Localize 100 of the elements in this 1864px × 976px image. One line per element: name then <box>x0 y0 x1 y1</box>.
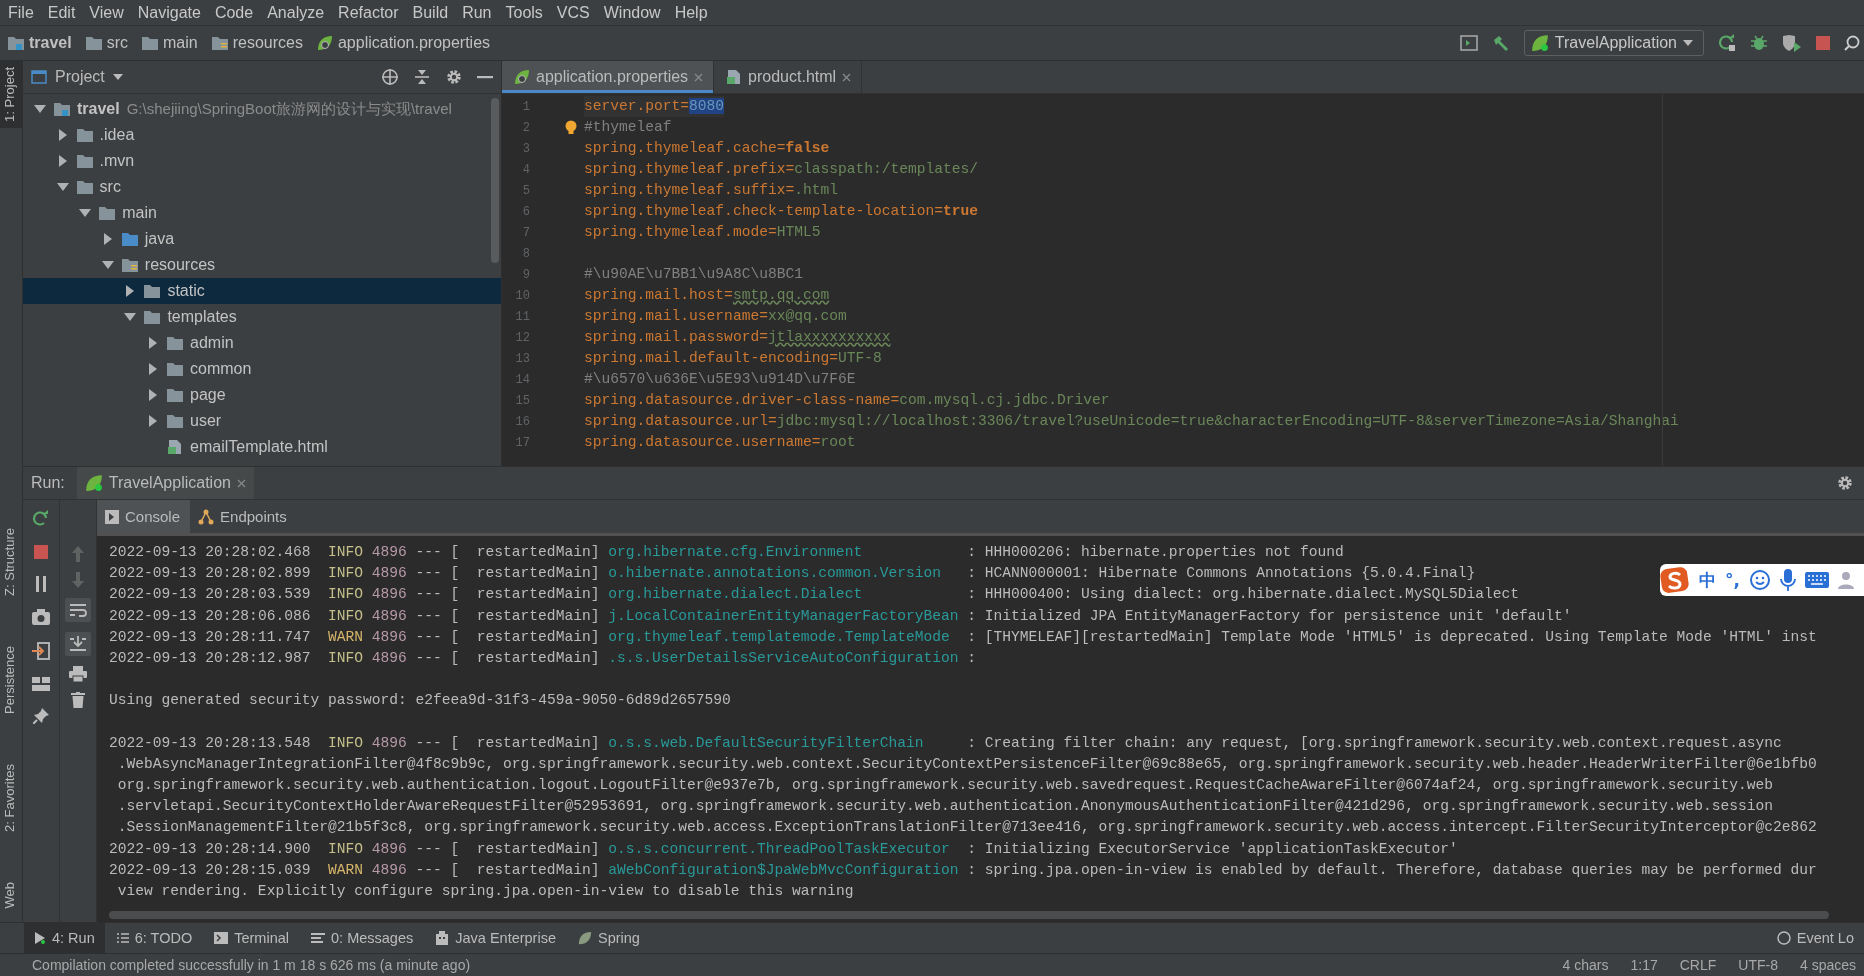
tree-item[interactable]: templates <box>23 304 501 330</box>
tree-item[interactable]: java <box>23 226 501 252</box>
leaf-icon <box>316 35 333 51</box>
scrollbar[interactable] <box>109 911 1829 919</box>
breadcrumb-item[interactable]: main <box>142 34 198 52</box>
menu-item[interactable]: Build <box>406 3 457 22</box>
tree-item[interactable]: page <box>23 382 501 408</box>
status-item[interactable]: UTF-8 <box>1738 957 1778 973</box>
pause-icon[interactable] <box>34 576 48 592</box>
tool-window-button[interactable]: 0: Messages <box>301 923 424 953</box>
tree-item[interactable]: .mvn <box>23 148 501 174</box>
code-line: spring.datasource.url=jdbc:mysql://localhost:3306/travel?useUnicode=true&characterEncoding=UTF-8&serverTimezone=Asia/Shanghai <box>584 412 1679 431</box>
tool-window-button[interactable]: Terminal <box>204 923 299 953</box>
close-icon[interactable] <box>236 478 246 488</box>
settings-icon[interactable] <box>1836 474 1854 492</box>
input-mode-toggle[interactable]: 中 <box>1699 568 1717 592</box>
console-tab[interactable]: Endpoints <box>190 500 297 533</box>
camera-icon[interactable] <box>32 609 50 625</box>
print-icon[interactable] <box>69 666 87 682</box>
soft-wrap-icon[interactable] <box>65 598 91 622</box>
scroll-to-end-icon[interactable] <box>65 632 91 656</box>
hammer-icon[interactable] <box>1491 34 1510 52</box>
status-item[interactable]: 4 chars <box>1562 957 1609 973</box>
status-item[interactable]: 4 spaces <box>1799 957 1856 973</box>
menu-item[interactable]: Tools <box>499 3 551 22</box>
tree-item[interactable]: user <box>23 408 501 434</box>
breadcrumb-item[interactable]: travel <box>8 34 72 52</box>
folder-icon <box>142 36 159 50</box>
event-log-button[interactable]: Event Lo <box>1766 923 1864 953</box>
menu-item[interactable]: Window <box>597 3 669 22</box>
project-view-dropdown[interactable]: Project <box>31 68 123 86</box>
console-tab[interactable]: Console <box>97 500 191 533</box>
code-line: spring.mail.password=jtlaxxxxxxxxxx <box>584 328 891 347</box>
tree-item[interactable]: emailTemplate.html <box>23 434 501 460</box>
crosshair-icon[interactable] <box>381 68 399 86</box>
breadcrumb-item[interactable]: application.properties <box>316 34 491 52</box>
menu-item[interactable]: Analyze <box>261 3 333 22</box>
input-method-logo-icon[interactable] <box>1660 566 1691 594</box>
list-icon <box>116 932 129 944</box>
tool-window-tab[interactable]: 1: Project <box>0 61 22 128</box>
scrollbar[interactable] <box>491 98 499 263</box>
pin-icon[interactable] <box>33 708 49 724</box>
close-icon[interactable] <box>842 72 852 82</box>
code-line: spring.thymeleaf.prefix=classpath:/templates/ <box>584 160 979 179</box>
menu-item[interactable]: Run <box>456 3 500 22</box>
run-tab[interactable]: TravelApplication <box>76 467 254 499</box>
menu-item[interactable]: Code <box>208 3 262 22</box>
menu-item[interactable]: Refactor <box>332 3 407 22</box>
search-icon[interactable] <box>1844 35 1860 51</box>
tool-window-tab[interactable]: Persistence <box>0 639 22 720</box>
rerun-icon[interactable] <box>32 510 50 528</box>
bug-icon[interactable] <box>1750 34 1768 52</box>
coverage-icon[interactable] <box>1782 34 1802 52</box>
tool-window-button[interactable]: Java Enterprise <box>425 923 566 953</box>
tool-window-tab[interactable]: Web <box>0 875 22 914</box>
exit-icon[interactable] <box>32 642 50 660</box>
menu-item[interactable]: Navigate <box>131 3 209 22</box>
tree-item[interactable]: src <box>23 174 501 200</box>
breadcrumb-item[interactable]: resources <box>211 34 303 52</box>
menu-item[interactable]: View <box>83 3 132 22</box>
settings-icon[interactable] <box>445 68 463 86</box>
console-icon <box>105 509 119 524</box>
punctuation-toggle[interactable]: °, <box>1725 570 1740 590</box>
status-item[interactable]: CRLF <box>1679 957 1717 973</box>
rerun-icon[interactable] <box>1718 34 1736 52</box>
tool-window-tab[interactable]: Z: Structure <box>0 521 22 602</box>
menu-item[interactable]: VCS <box>550 3 598 22</box>
editor-tab[interactable]: application.properties <box>502 61 715 93</box>
code-line: spring.thymeleaf.mode=HTML5 <box>584 223 821 242</box>
line-number: 16 <box>514 414 530 429</box>
tool-window-button[interactable]: 4: Run <box>24 923 105 953</box>
menu-item[interactable]: Help <box>668 3 716 22</box>
lightbulb-icon[interactable] <box>564 119 578 136</box>
editor-tab[interactable]: product.html <box>714 61 863 93</box>
tree-item[interactable]: admin <box>23 330 501 356</box>
run-configuration-dropdown[interactable]: TravelApplication <box>1523 30 1704 56</box>
collapse-all-icon[interactable] <box>413 68 431 86</box>
tree-item[interactable]: resources <box>23 252 501 278</box>
minimize-icon[interactable] <box>477 75 493 79</box>
line-number: 4 <box>521 162 530 177</box>
tool-window-tab[interactable]: 2: Favorites <box>0 757 22 838</box>
keyboard-icon[interactable] <box>1805 572 1829 588</box>
code-line: spring.thymeleaf.suffix=.html <box>584 181 838 200</box>
folder-icon <box>99 206 116 220</box>
tool-window-button[interactable]: Spring <box>568 923 650 953</box>
menu-item[interactable]: Edit <box>41 3 84 22</box>
tree-item[interactable]: .idea <box>23 122 501 148</box>
layout-icon[interactable] <box>32 677 50 691</box>
tree-item[interactable]: travel G:\shejiing\SpringBoot旅游网的设计与实现\travel <box>23 96 501 122</box>
terminal-window-icon[interactable] <box>1459 35 1478 51</box>
status-item[interactable]: 1:17 <box>1630 957 1658 973</box>
trash-icon[interactable] <box>71 692 85 708</box>
breadcrumb-item[interactable]: src <box>85 34 129 52</box>
tree-item[interactable]: common <box>23 356 501 382</box>
tool-window-button[interactable]: 6: TODO <box>106 923 203 953</box>
tree-item[interactable]: static <box>23 278 501 304</box>
microphone-icon[interactable] <box>1780 569 1796 591</box>
tree-item[interactable]: main <box>23 200 501 226</box>
menu-item[interactable]: File <box>2 3 42 22</box>
smiley-icon[interactable] <box>1749 569 1771 591</box>
